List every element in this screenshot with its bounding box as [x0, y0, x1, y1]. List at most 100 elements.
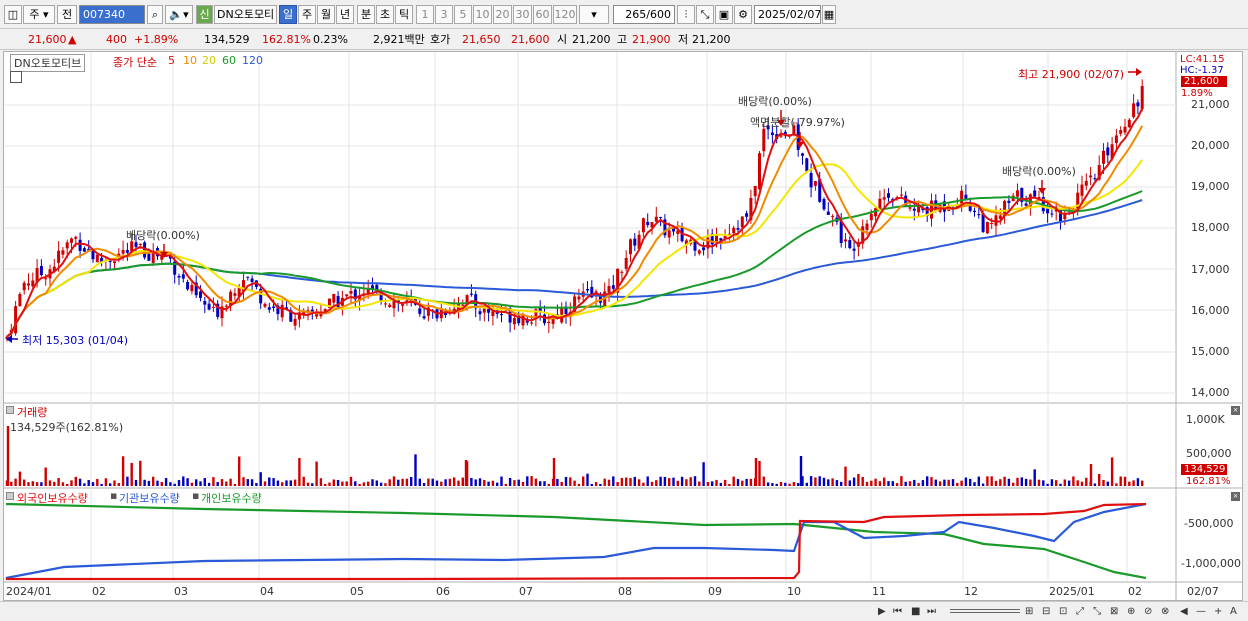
volume-bar — [797, 483, 800, 486]
last-volume-pct: 162.81% — [1186, 476, 1231, 487]
line-tool-icon[interactable]: ⤡ — [696, 5, 714, 24]
interval-30[interactable]: 30 — [513, 5, 532, 24]
volume-bar — [78, 478, 82, 486]
volume-bar — [470, 477, 473, 486]
tab-second[interactable]: 초 — [376, 5, 394, 24]
candle-body — [805, 158, 809, 172]
volume-spike — [464, 460, 468, 486]
candle-body — [697, 250, 701, 254]
zoom-out-icon[interactable]: — — [1196, 605, 1206, 619]
search-icon[interactable]: ⌕ — [147, 5, 163, 24]
period-select[interactable]: 주 ▾ — [23, 5, 55, 24]
mode-button[interactable]: 전 — [57, 5, 77, 24]
volume-bar — [969, 478, 972, 486]
speaker-icon[interactable]: 🔈▾ — [165, 5, 193, 24]
rewind-icon[interactable]: ⏮ — [893, 605, 902, 619]
stock-code-input[interactable]: 007340 — [79, 5, 145, 24]
split-annotation: 액면분할(-79.97%) — [750, 116, 845, 129]
close-icon[interactable]: × — [1231, 492, 1240, 501]
font-size-icon[interactable]: A — [1230, 605, 1237, 619]
tool-icon[interactable]: ⊟ — [1042, 605, 1050, 619]
volume-bar — [689, 477, 692, 486]
zoom-slider[interactable] — [950, 609, 1020, 613]
panel-toggle-icon[interactable] — [6, 406, 14, 414]
save-icon[interactable]: ▣ — [715, 5, 733, 24]
trade-amount: 2,921백만 — [373, 33, 425, 46]
price-y-tick: 14,000 — [1191, 386, 1230, 399]
chart-area[interactable]: DN오토모티브 종가 단순 5 10 20 60 120 배당락(0.00%) … — [3, 51, 1243, 601]
tab-week[interactable]: 주 — [298, 5, 316, 24]
tool-icon[interactable]: ⊕ — [1127, 605, 1135, 619]
tab-day[interactable]: 일 — [279, 5, 297, 24]
tool-icon[interactable]: ⊡ — [1059, 605, 1067, 619]
interval-1[interactable]: 1 — [416, 5, 434, 24]
interval-20[interactable]: 20 — [493, 5, 512, 24]
tab-minute[interactable]: 분 — [357, 5, 375, 24]
gear-icon[interactable]: ⚙ — [734, 5, 752, 24]
volume-bar — [702, 462, 705, 486]
tab-tick[interactable]: 틱 — [395, 5, 413, 24]
tool-icon[interactable]: ⤡ — [1093, 605, 1101, 619]
candle-body — [801, 153, 804, 156]
volume-bar — [706, 482, 710, 486]
candle-body — [740, 216, 744, 228]
window-icon[interactable]: ◫ — [4, 5, 22, 24]
candle-body — [831, 216, 835, 218]
chart-canvas — [4, 52, 1242, 600]
scroll-left-icon[interactable]: ◀ — [1180, 605, 1188, 619]
candle-body — [977, 214, 981, 216]
volume-bar — [655, 480, 658, 486]
volume-info: 134,529주(162.81%) — [10, 421, 124, 434]
close-icon[interactable]: × — [1231, 406, 1240, 415]
scroll-right-icon[interactable]: ▶ — [878, 605, 886, 619]
candle-body — [624, 257, 628, 269]
tab-year[interactable]: 년 — [336, 5, 354, 24]
volume-bar — [659, 476, 662, 486]
volume-bar — [263, 481, 267, 486]
candle-body — [147, 253, 151, 261]
candle-icon[interactable]: ⫶ — [677, 5, 695, 24]
forward-icon[interactable]: ⏭ — [927, 605, 936, 619]
calendar-icon[interactable]: ▦ — [822, 5, 836, 24]
tool-icon[interactable]: ⊘ — [1144, 605, 1152, 619]
interval-10[interactable]: 10 — [473, 5, 492, 24]
candle-body — [530, 322, 534, 324]
interval-5[interactable]: 5 — [454, 5, 472, 24]
interval-dropdown[interactable]: ▾ — [579, 5, 609, 24]
candle-body — [108, 260, 112, 262]
x-tick-label: 07 — [519, 585, 533, 598]
date-input[interactable]: 2025/02/07 — [754, 5, 821, 24]
volume-bar — [379, 482, 383, 486]
candle-body — [1106, 147, 1110, 156]
volume-bar — [814, 477, 817, 486]
chart-stock-name[interactable]: DN오토모티브 — [10, 54, 86, 72]
candle-body — [315, 314, 319, 317]
volume-bar — [840, 481, 843, 486]
interval-3[interactable]: 3 — [435, 5, 453, 24]
tool-icon[interactable]: ⊠ — [1110, 605, 1118, 619]
table-icon[interactable] — [10, 71, 22, 83]
tool-icon[interactable]: ⊗ — [1161, 605, 1169, 619]
volume-bar — [883, 477, 886, 486]
count-field[interactable]: 265/600 — [613, 5, 675, 24]
volume-bar — [870, 480, 873, 486]
high-price: 21,900 — [632, 33, 671, 46]
volume-bar — [27, 482, 30, 486]
volume-bar — [981, 483, 985, 486]
interval-120[interactable]: 120 — [553, 5, 577, 24]
panel-toggle-icon[interactable] — [6, 492, 14, 500]
volume-bar — [844, 466, 847, 486]
tab-month[interactable]: 월 — [317, 5, 335, 24]
interval-60[interactable]: 60 — [533, 5, 552, 24]
tool-icon[interactable]: ⤢ — [1076, 605, 1084, 619]
stop-icon[interactable]: ■ — [911, 605, 920, 619]
volume-bar — [332, 479, 335, 486]
candle-body — [1123, 126, 1127, 133]
volume-bar — [521, 481, 525, 486]
volume-bar — [723, 479, 727, 486]
volume-bar — [233, 483, 237, 486]
x-tick-label: 05 — [350, 585, 364, 598]
tool-icon[interactable]: ⊞ — [1025, 605, 1033, 619]
zoom-in-icon[interactable]: + — [1214, 605, 1222, 619]
volume-bar — [491, 480, 495, 486]
